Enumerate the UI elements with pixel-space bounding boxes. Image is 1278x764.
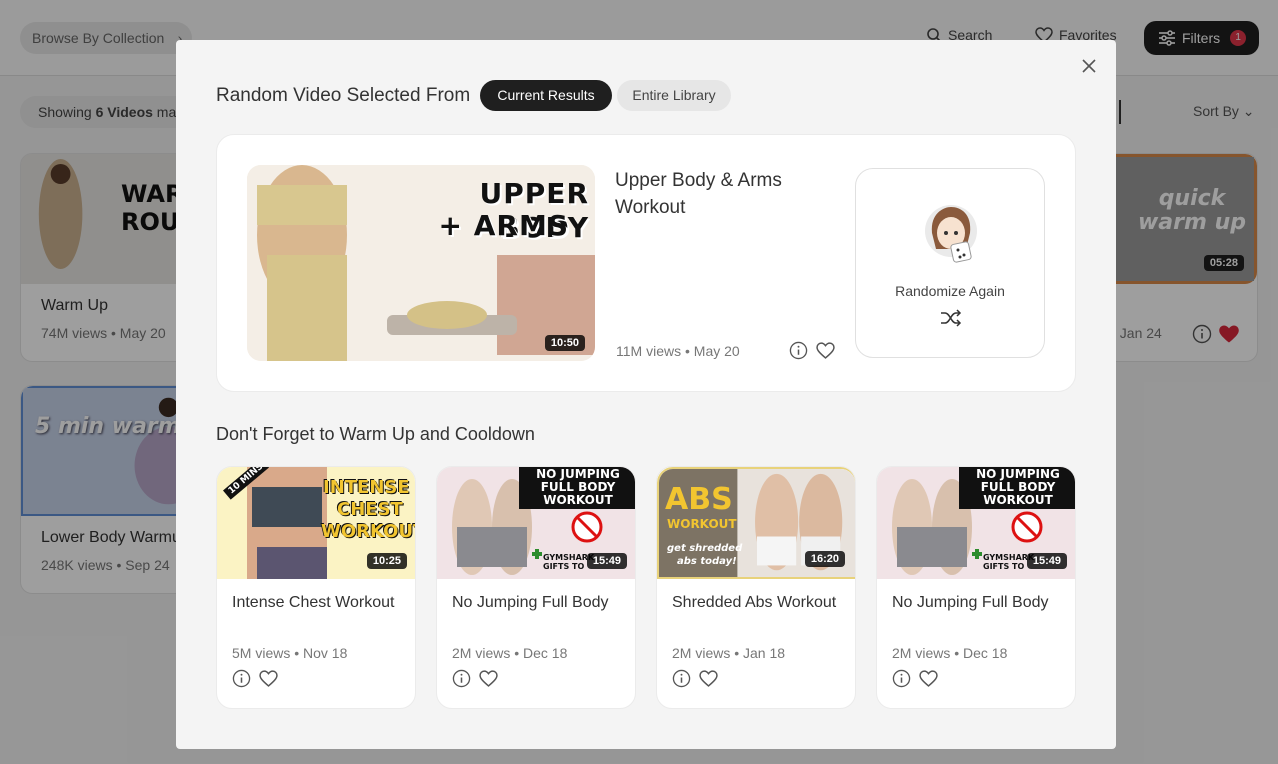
video-card[interactable]: NO JUMPING FULL BODY WORKOUT GYMSHARK GI… bbox=[436, 466, 636, 709]
shuffle-icon bbox=[941, 309, 962, 327]
heart-icon[interactable] bbox=[259, 669, 278, 688]
heart-icon[interactable] bbox=[816, 341, 835, 360]
video-title[interactable]: No Jumping Full Body bbox=[892, 591, 1062, 615]
randomize-again-button[interactable]: Randomize Again bbox=[855, 168, 1045, 358]
thumbnail-text: WORKOUT bbox=[543, 493, 613, 507]
video-duration: 16:20 bbox=[804, 551, 845, 567]
thumbnail-text: CHEST bbox=[337, 499, 403, 520]
info-icon[interactable] bbox=[232, 669, 251, 688]
video-duration: 15:49 bbox=[1026, 553, 1067, 569]
video-actions bbox=[892, 669, 938, 688]
thumbnail-text: INTENSE bbox=[323, 477, 410, 498]
close-icon[interactable] bbox=[1080, 57, 1098, 75]
thumbnail-banner: NO JUMPING FULL BODY WORKOUT bbox=[959, 467, 1075, 509]
thumbnail-text: abs today! bbox=[677, 556, 737, 567]
video-card[interactable]: 10 MINS INTENSE CHEST WORKOUT 10:25 Inte… bbox=[216, 466, 416, 709]
video-actions bbox=[672, 669, 718, 688]
video-title[interactable]: Intense Chest Workout bbox=[232, 591, 402, 615]
video-duration: 15:49 bbox=[586, 553, 627, 569]
video-thumbnail[interactable]: NO JUMPING FULL BODY WORKOUT GYMSHARK GI… bbox=[437, 467, 635, 579]
thumbnail-text: get shredded bbox=[667, 543, 743, 554]
thumbnail-text: ABS bbox=[665, 482, 733, 517]
video-thumbnail[interactable]: NO JUMPING FULL BODY WORKOUT GYMSHARK GI… bbox=[877, 467, 1075, 579]
current-results-toggle[interactable]: Current Results bbox=[480, 80, 612, 111]
video-thumbnail[interactable]: 10 MINS INTENSE CHEST WORKOUT 10:25 bbox=[217, 467, 416, 579]
featured-title[interactable]: Upper Body & Arms Workout bbox=[615, 167, 815, 221]
featured-views: 11M views bbox=[616, 343, 682, 359]
info-icon[interactable] bbox=[892, 669, 911, 688]
random-video-modal: Random Video Selected From Current Resul… bbox=[176, 40, 1116, 749]
featured-thumbnail[interactable]: UPPER BODY + ARMS 10:50 bbox=[247, 165, 595, 361]
entire-library-toggle[interactable]: Entire Library bbox=[617, 80, 731, 111]
randomize-again-label: Randomize Again bbox=[895, 283, 1005, 299]
video-thumbnail[interactable]: ABS WORKOUT get shredded abs today! 16:2… bbox=[657, 467, 855, 579]
heart-icon[interactable] bbox=[919, 669, 938, 688]
thumbnail-text-line2: + ARMS bbox=[438, 209, 569, 242]
info-icon[interactable] bbox=[789, 341, 808, 360]
info-icon[interactable] bbox=[452, 669, 471, 688]
heart-icon[interactable] bbox=[699, 669, 718, 688]
modal-title: Random Video Selected From bbox=[216, 85, 471, 106]
thumbnail-text: WORKOUT bbox=[983, 493, 1053, 507]
video-title[interactable]: No Jumping Full Body bbox=[452, 591, 622, 615]
video-actions bbox=[452, 669, 498, 688]
featured-meta: 11M views • May 20 bbox=[616, 343, 740, 359]
thumbnail-text: WORKOUT bbox=[321, 521, 416, 542]
video-card[interactable]: ABS WORKOUT get shredded abs today! 16:2… bbox=[656, 466, 856, 709]
video-duration: 10:25 bbox=[366, 553, 407, 569]
featured-actions bbox=[789, 341, 835, 360]
video-meta: 5M views • Nov 18 bbox=[232, 645, 348, 661]
dice-mascot-icon bbox=[925, 205, 977, 263]
video-meta: 2M views • Dec 18 bbox=[892, 645, 1008, 661]
video-meta: 2M views • Jan 18 bbox=[672, 645, 786, 661]
video-actions bbox=[232, 669, 278, 688]
info-icon[interactable] bbox=[672, 669, 691, 688]
thumbnail-text: WORKOUT bbox=[667, 517, 737, 531]
video-card[interactable]: NO JUMPING FULL BODY WORKOUT GYMSHARK GI… bbox=[876, 466, 1076, 709]
thumbnail-banner: NO JUMPING FULL BODY WORKOUT bbox=[519, 467, 635, 509]
featured-date: May 20 bbox=[693, 343, 740, 359]
video-duration: 10:50 bbox=[544, 335, 585, 351]
video-meta: 2M views • Dec 18 bbox=[452, 645, 568, 661]
heart-icon[interactable] bbox=[479, 669, 498, 688]
video-title[interactable]: Shredded Abs Workout bbox=[672, 591, 842, 615]
featured-video-card: UPPER BODY + ARMS 10:50 Upper Body & Arm… bbox=[216, 134, 1076, 392]
section-title: Don't Forget to Warm Up and Cooldown bbox=[216, 424, 535, 444]
